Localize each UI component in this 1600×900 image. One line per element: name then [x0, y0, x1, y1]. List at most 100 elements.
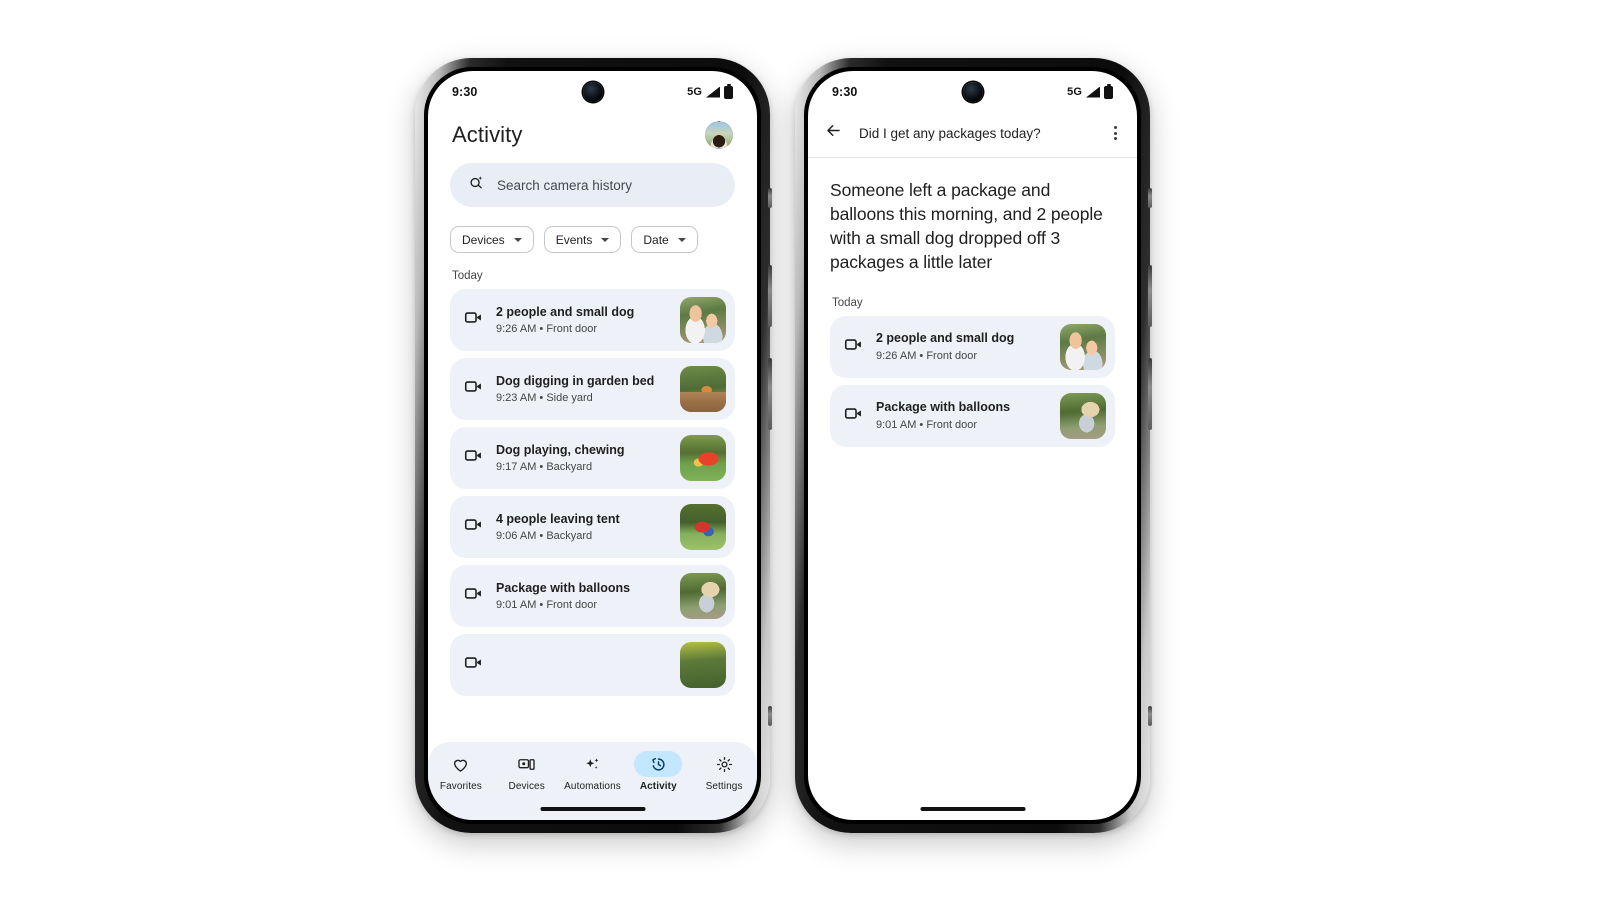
- activity-card-meta: 9:01 AM • Front door: [876, 418, 978, 431]
- bottom-navigation-bar: Favorites Devices Automations Activity Setti…: [428, 742, 757, 820]
- filter-chip-row: Devices Events Date: [428, 207, 757, 253]
- status-time: 9:30: [832, 85, 858, 99]
- app-header: Activity: [428, 113, 757, 163]
- activity-card-title: 2 people and small dog: [876, 331, 1015, 346]
- activity-card-title: Dog playing, chewing: [496, 442, 625, 457]
- section-label-today: Today: [832, 296, 863, 309]
- chevron-down-icon: [513, 237, 522, 242]
- volume-button[interactable]: [1148, 358, 1152, 430]
- activity-card-meta: 9:06 AM • Backyard: [496, 530, 593, 543]
- activity-card[interactable]: Dog playing, chewing 9:17 AM • Backyard: [450, 427, 735, 489]
- filter-chip-date-label: Date: [643, 232, 669, 247]
- front-camera-icon: [582, 82, 603, 102]
- activity-thumbnail[interactable]: [680, 642, 726, 688]
- chevron-down-icon: [677, 237, 686, 242]
- activity-thumbnail[interactable]: [680, 297, 726, 343]
- page-title: Activity: [452, 122, 523, 147]
- user-avatar[interactable]: [705, 121, 733, 149]
- network-label: 5G: [1067, 86, 1082, 98]
- video-camera-icon: [464, 653, 483, 677]
- filter-chip-events-label: Events: [555, 232, 593, 247]
- network-label: 5G: [687, 86, 702, 98]
- activity-card-meta: 9:23 AM • Side yard: [496, 392, 593, 405]
- history-icon: [634, 751, 683, 777]
- filter-chip-devices-label: Devices: [462, 232, 505, 247]
- activity-thumbnail[interactable]: [1060, 392, 1106, 439]
- phone-bezel-left: 9:30 5G Activity Search camera history D…: [424, 67, 761, 824]
- activity-card-meta: 9:26 AM • Front door: [496, 323, 598, 336]
- front-camera-icon: [962, 82, 983, 102]
- detail-header: Did I get any packages today?: [808, 113, 1137, 158]
- side-button-top[interactable]: [1148, 188, 1152, 208]
- activity-card-partial[interactable]: [450, 634, 735, 696]
- activity-card-text: Package with balloons 9:01 AM • Front doo…: [876, 400, 1047, 431]
- activity-card-title: Dog digging in garden bed: [496, 373, 655, 388]
- power-button[interactable]: [1148, 265, 1152, 327]
- video-camera-icon: [464, 515, 483, 539]
- phone-device-right: 9:30 5G Did I get any packages today? So…: [795, 58, 1152, 833]
- search-placeholder: Search camera history: [497, 177, 633, 193]
- volume-button[interactable]: [768, 358, 772, 430]
- filter-chip-date[interactable]: Date: [631, 226, 698, 253]
- search-input[interactable]: Search camera history: [450, 163, 735, 207]
- activity-card-title: 2 people and small dog: [496, 304, 635, 319]
- side-button-bottom[interactable]: [1148, 706, 1152, 726]
- phone-screen-summary: 9:30 5G Did I get any packages today? So…: [808, 71, 1137, 820]
- video-camera-icon: [844, 404, 863, 428]
- bottom-nav-label: Activity: [639, 781, 677, 792]
- signal-bars-icon: [706, 87, 720, 98]
- activity-card[interactable]: Package with balloons 9:01 AM • Front doo…: [450, 565, 735, 627]
- activity-card-text: 2 people and small dog 9:26 AM • Front do…: [876, 331, 1047, 362]
- bottom-nav-item-devices[interactable]: Devices: [496, 751, 558, 792]
- result-event-list[interactable]: 2 people and small dog 9:26 AM • Front do…: [808, 315, 1137, 447]
- activity-thumbnail[interactable]: [680, 366, 726, 412]
- gesture-home-bar[interactable]: [540, 807, 645, 811]
- bottom-nav-item-favorites[interactable]: Favorites: [430, 751, 492, 792]
- activity-card[interactable]: 4 people leaving tent 9:06 AM • Backyard: [450, 496, 735, 558]
- activity-thumbnail[interactable]: [680, 573, 726, 619]
- activity-event-list[interactable]: 2 people and small dog 9:26 AM • Front do…: [428, 289, 757, 696]
- activity-card-meta: 9:01 AM • Front door: [496, 599, 598, 612]
- phone-screen-activity: 9:30 5G Activity Search camera history D…: [428, 71, 757, 820]
- side-button-bottom[interactable]: [768, 706, 772, 726]
- activity-card-title: Package with balloons: [496, 580, 631, 595]
- activity-card[interactable]: Package with balloons 9:01 AM • Front doo…: [830, 384, 1115, 447]
- gesture-home-bar[interactable]: [920, 807, 1025, 811]
- side-button-top[interactable]: [768, 188, 772, 208]
- power-button[interactable]: [768, 265, 772, 327]
- activity-card-text: Dog playing, chewing 9:17 AM • Backyard: [496, 443, 667, 474]
- status-indicators: 5G: [687, 83, 733, 99]
- status-bar-right: 9:30 5G: [808, 71, 1137, 113]
- battery-icon: [1104, 83, 1113, 99]
- sparkle-icon: [568, 751, 616, 777]
- activity-card[interactable]: 2 people and small dog 9:26 AM • Front do…: [450, 289, 735, 351]
- bottom-nav-item-automations[interactable]: Automations: [561, 751, 623, 792]
- overflow-menu-icon[interactable]: [1108, 122, 1123, 144]
- screenshot-canvas: 9:30 5G Activity Search camera history D…: [0, 0, 1600, 900]
- video-camera-icon: [464, 308, 483, 332]
- activity-thumbnail[interactable]: [680, 435, 726, 481]
- bottom-nav-item-settings[interactable]: Settings: [693, 751, 755, 792]
- ai-search-icon: [468, 174, 485, 196]
- filter-chip-devices[interactable]: Devices: [450, 226, 534, 253]
- heart-icon: [437, 751, 485, 777]
- phone-bezel-right: 9:30 5G Did I get any packages today? So…: [804, 67, 1141, 824]
- status-time: 9:30: [452, 85, 478, 99]
- bottom-nav-label: Devices: [508, 781, 545, 792]
- activity-thumbnail[interactable]: [680, 504, 726, 550]
- activity-card-meta: 9:26 AM • Front door: [876, 349, 978, 362]
- status-bar-left: 9:30 5G: [428, 71, 757, 113]
- back-arrow-icon[interactable]: [824, 121, 843, 145]
- video-camera-icon: [464, 377, 483, 401]
- section-label-today: Today: [452, 270, 483, 282]
- activity-thumbnail[interactable]: [1060, 323, 1106, 370]
- activity-card-title: Package with balloons: [876, 400, 1011, 415]
- filter-chip-events[interactable]: Events: [543, 226, 622, 253]
- bottom-nav-item-activity[interactable]: Activity: [627, 751, 689, 792]
- activity-card[interactable]: Dog digging in garden bed 9:23 AM • Side …: [450, 358, 735, 420]
- activity-card-text: Dog digging in garden bed 9:23 AM • Side …: [496, 374, 667, 405]
- activity-card-title: 4 people leaving tent: [496, 511, 620, 526]
- query-title: Did I get any packages today?: [859, 125, 1041, 141]
- activity-card[interactable]: 2 people and small dog 9:26 AM • Front do…: [830, 315, 1115, 378]
- ai-summary-text: Someone left a package and balloons this…: [830, 180, 1103, 273]
